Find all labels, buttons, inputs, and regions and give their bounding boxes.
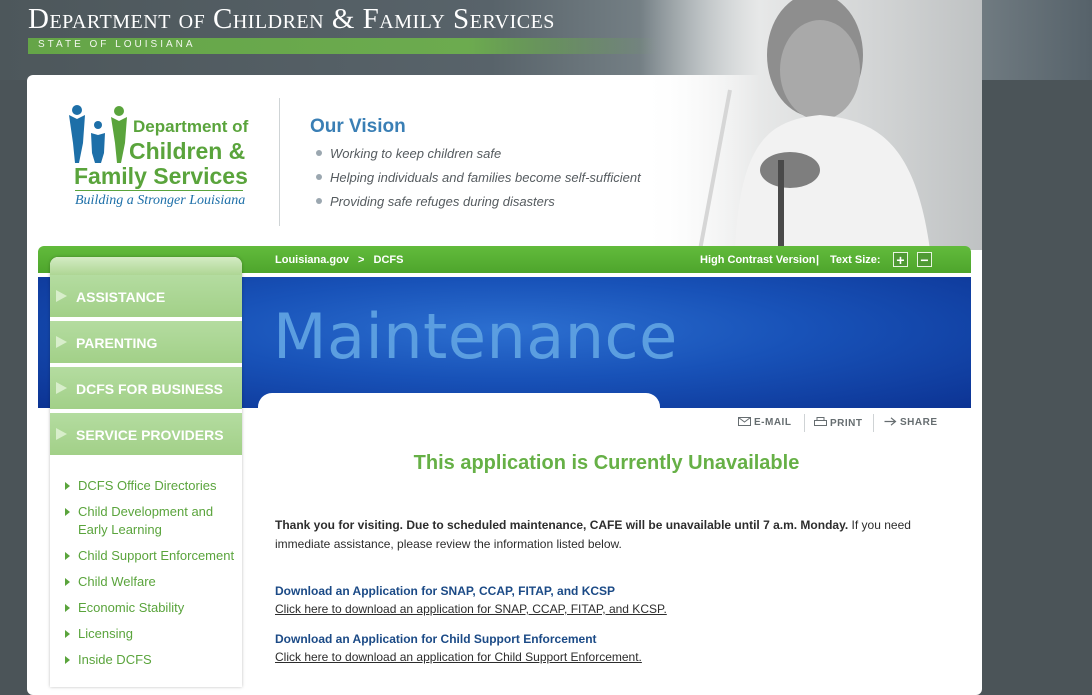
text-size-decrease-button[interactable]: −	[917, 252, 932, 267]
logo-underline	[75, 190, 243, 191]
maintenance-notice: Thank you for visiting. Due to scheduled…	[275, 516, 935, 554]
download-link-snap[interactable]: Click here to download an application fo…	[275, 602, 667, 616]
download-heading-child-support: Download an Application for Child Suppor…	[275, 632, 597, 646]
arrow-right-icon	[56, 336, 67, 348]
triangle-bullet-icon	[65, 578, 70, 586]
tool-separator	[804, 414, 805, 432]
sidebar-item-label: PARENTING	[76, 335, 158, 351]
arrow-right-icon	[56, 428, 67, 440]
notice-bold: Thank you for visiting. Due to scheduled…	[275, 518, 849, 532]
printer-icon	[814, 417, 827, 426]
triangle-bullet-icon	[65, 630, 70, 638]
logo-line-2: Children &	[129, 138, 246, 164]
breadcrumb-dcfs[interactable]: DCFS	[374, 254, 404, 266]
sidebar-item-label: SERVICE PROVIDERS	[76, 427, 224, 443]
logo-line-3: Family Services	[74, 163, 248, 189]
download-link-child-support[interactable]: Click here to download an application fo…	[275, 650, 642, 664]
navbar-separator: |	[816, 254, 820, 266]
sidebar-item-assistance[interactable]: ASSISTANCE	[50, 275, 242, 319]
text-size-label: Text Size:	[830, 254, 881, 266]
dcfs-logo[interactable]: Department of Children & Family Services…	[67, 103, 257, 213]
sidebar-item-label: ASSISTANCE	[76, 289, 166, 305]
arrow-right-icon	[56, 290, 67, 302]
breadcrumb: Louisiana.gov > DCFS	[275, 254, 403, 266]
vision-item: Helping individuals and families become …	[316, 170, 641, 185]
state-strip: STATE OF LOUISIANA	[28, 38, 658, 54]
sidebar-top	[50, 257, 242, 275]
logo-line-1: Department of	[133, 117, 249, 136]
header-divider	[279, 98, 280, 226]
print-button[interactable]: PRINT	[814, 417, 863, 429]
sidebar-item-dcfs-for-business[interactable]: DCFS FOR BUSINESS	[50, 367, 242, 411]
bullet-icon	[316, 150, 322, 156]
vision-title: Our Vision	[310, 116, 406, 137]
bullet-icon	[316, 174, 322, 180]
envelope-icon	[738, 417, 751, 426]
unavailable-heading: This application is Currently Unavailabl…	[413, 452, 800, 474]
breadcrumb-louisiana-gov[interactable]: Louisiana.gov	[275, 254, 349, 266]
sidebar-item-parenting[interactable]: PARENTING	[50, 321, 242, 365]
header-photo	[640, 0, 982, 250]
triangle-bullet-icon	[65, 656, 70, 664]
page-title: Maintenance	[273, 300, 678, 373]
bullet-icon	[316, 198, 322, 204]
state-label: STATE OF LOUISIANA	[38, 39, 196, 50]
vision-item: Working to keep children safe	[316, 146, 501, 161]
family-logo-icon	[69, 105, 127, 163]
triangle-bullet-icon	[65, 552, 70, 560]
sidebar-item-service-providers[interactable]: SERVICE PROVIDERS	[50, 413, 242, 457]
triangle-bullet-icon	[65, 604, 70, 612]
sidebar-item-label: DCFS FOR BUSINESS	[76, 381, 224, 397]
text-size-increase-button[interactable]: +	[893, 252, 908, 267]
triangle-bullet-icon	[65, 508, 70, 516]
vision-item: Providing safe refuges during disasters	[316, 194, 555, 209]
department-title: Department of Children & Family Services	[28, 3, 555, 35]
arrow-right-icon	[56, 382, 67, 394]
email-button[interactable]: E-MAIL	[738, 417, 791, 428]
high-contrast-link[interactable]: High Contrast Version	[700, 254, 816, 266]
tool-separator	[873, 414, 874, 432]
download-heading-snap: Download an Application for SNAP, CCAP, …	[275, 584, 616, 598]
triangle-bullet-icon	[65, 482, 70, 490]
logo-tagline: Building a Stronger Louisiana	[75, 193, 246, 208]
share-button[interactable]: SHARE	[884, 417, 938, 428]
breadcrumb-separator: >	[358, 254, 365, 266]
content-tab	[258, 393, 660, 423]
share-arrow-icon	[884, 417, 897, 426]
